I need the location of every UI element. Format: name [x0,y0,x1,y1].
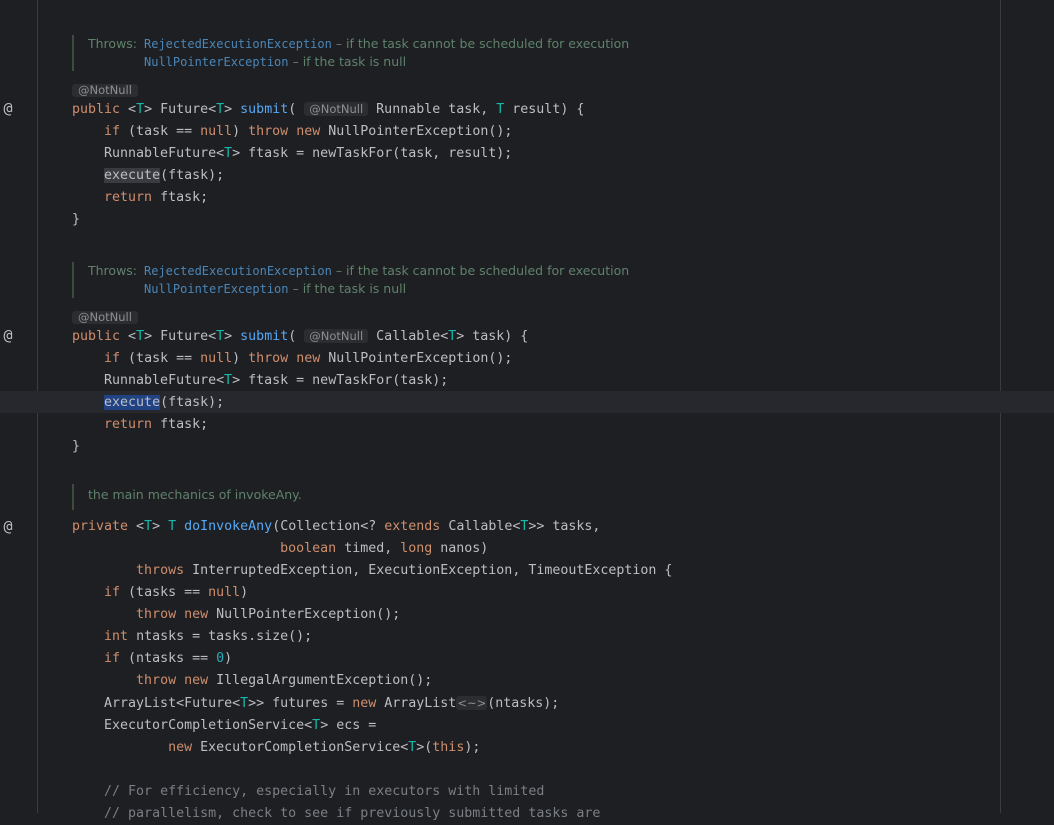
doc-exception-link[interactable]: RejectedExecutionException [144,37,332,51]
code-line[interactable]: execute(ftask); [72,165,584,187]
doc-text: the main mechanics of invokeAny. [88,487,302,502]
code-submit-runnable[interactable]: public <T> Future<T> submit( @NotNull Ru… [72,98,584,231]
rendered-javadoc[interactable]: Throws: RejectedExecutionException – if t… [72,35,629,71]
code-line[interactable]: ArrayList<Future<T>> futures = new Array… [72,692,672,715]
code-line-current[interactable]: execute(ftask); [72,392,528,414]
code-line[interactable]: private <T> T doInvokeAny(Collection<? e… [72,516,672,538]
code-line[interactable]: return ftask; [72,414,528,436]
selected-text: execute [104,395,161,410]
doc-exception-link[interactable]: NullPointerException [144,55,289,69]
implements-method-icon[interactable]: @ [0,518,16,534]
code-do-invoke-any[interactable]: private <T> T doInvokeAny(Collection<? e… [72,516,672,825]
annotation-notnull: @NotNull [72,311,138,324]
code-submit-callable[interactable]: public <T> Future<T> submit( @NotNull Ca… [72,325,528,458]
code-line[interactable] [72,759,672,781]
doc-exception-desc: – if the task is null [288,281,407,296]
inlay-hint: @NotNull [304,102,369,116]
code-line[interactable]: RunnableFuture<T> ftask = newTaskFor(tas… [72,370,528,392]
code-line[interactable]: public <T> Future<T> submit( @NotNull Ru… [72,98,584,121]
code-line[interactable]: new ExecutorCompletionService<T>(this); [72,737,672,759]
annotation-notnull: @NotNull [72,84,138,97]
code-line[interactable]: ExecutorCompletionService<T> ecs = [72,715,672,737]
doc-exception-link[interactable]: NullPointerException [144,282,289,296]
implements-method-icon[interactable]: @ [0,327,16,343]
inlay-diamond-hint: <~> [456,696,488,710]
doc-exception-link[interactable]: RejectedExecutionException [144,264,332,278]
code-line[interactable]: throw new NullPointerException(); [72,604,672,626]
doc-exception-desc: – if the task cannot be scheduled for ex… [331,36,630,51]
doc-throws-label: Throws: [88,263,138,278]
code-line[interactable]: if (tasks == null) [72,582,672,604]
rendered-javadoc[interactable]: Throws: RejectedExecutionException – if t… [72,262,629,298]
doc-exception-desc: – if the task is null [288,54,407,69]
code-line[interactable]: if (task == null) throw new NullPointerE… [72,348,528,370]
code-line[interactable]: if (task == null) throw new NullPointerE… [72,121,584,143]
code-line[interactable]: throws InterruptedException, ExecutionEx… [72,560,672,582]
code-line[interactable]: boolean timed, long nanos) [72,538,672,560]
code-line[interactable]: if (ntasks == 0) [72,648,672,670]
code-line[interactable]: int ntasks = tasks.size(); [72,626,672,648]
implements-method-icon[interactable]: @ [0,100,16,116]
code-line[interactable]: RunnableFuture<T> ftask = newTaskFor(tas… [72,143,584,165]
code-line[interactable]: } [72,209,584,231]
code-line[interactable]: } [72,436,528,458]
doc-throws-label: Throws: [88,36,138,51]
code-line[interactable]: return ftask; [72,187,584,209]
doc-exception-desc: – if the task cannot be scheduled for ex… [331,263,630,278]
code-line[interactable]: // parallelism, check to see if previous… [72,803,672,825]
code-line[interactable]: throw new IllegalArgumentException(); [72,670,672,692]
inlay-hint: @NotNull [304,329,369,343]
code-line[interactable]: public <T> Future<T> submit( @NotNull Ca… [72,325,528,348]
code-line[interactable]: // For efficiency, especially in executo… [72,781,672,803]
rendered-javadoc[interactable]: the main mechanics of invokeAny. [72,484,302,510]
